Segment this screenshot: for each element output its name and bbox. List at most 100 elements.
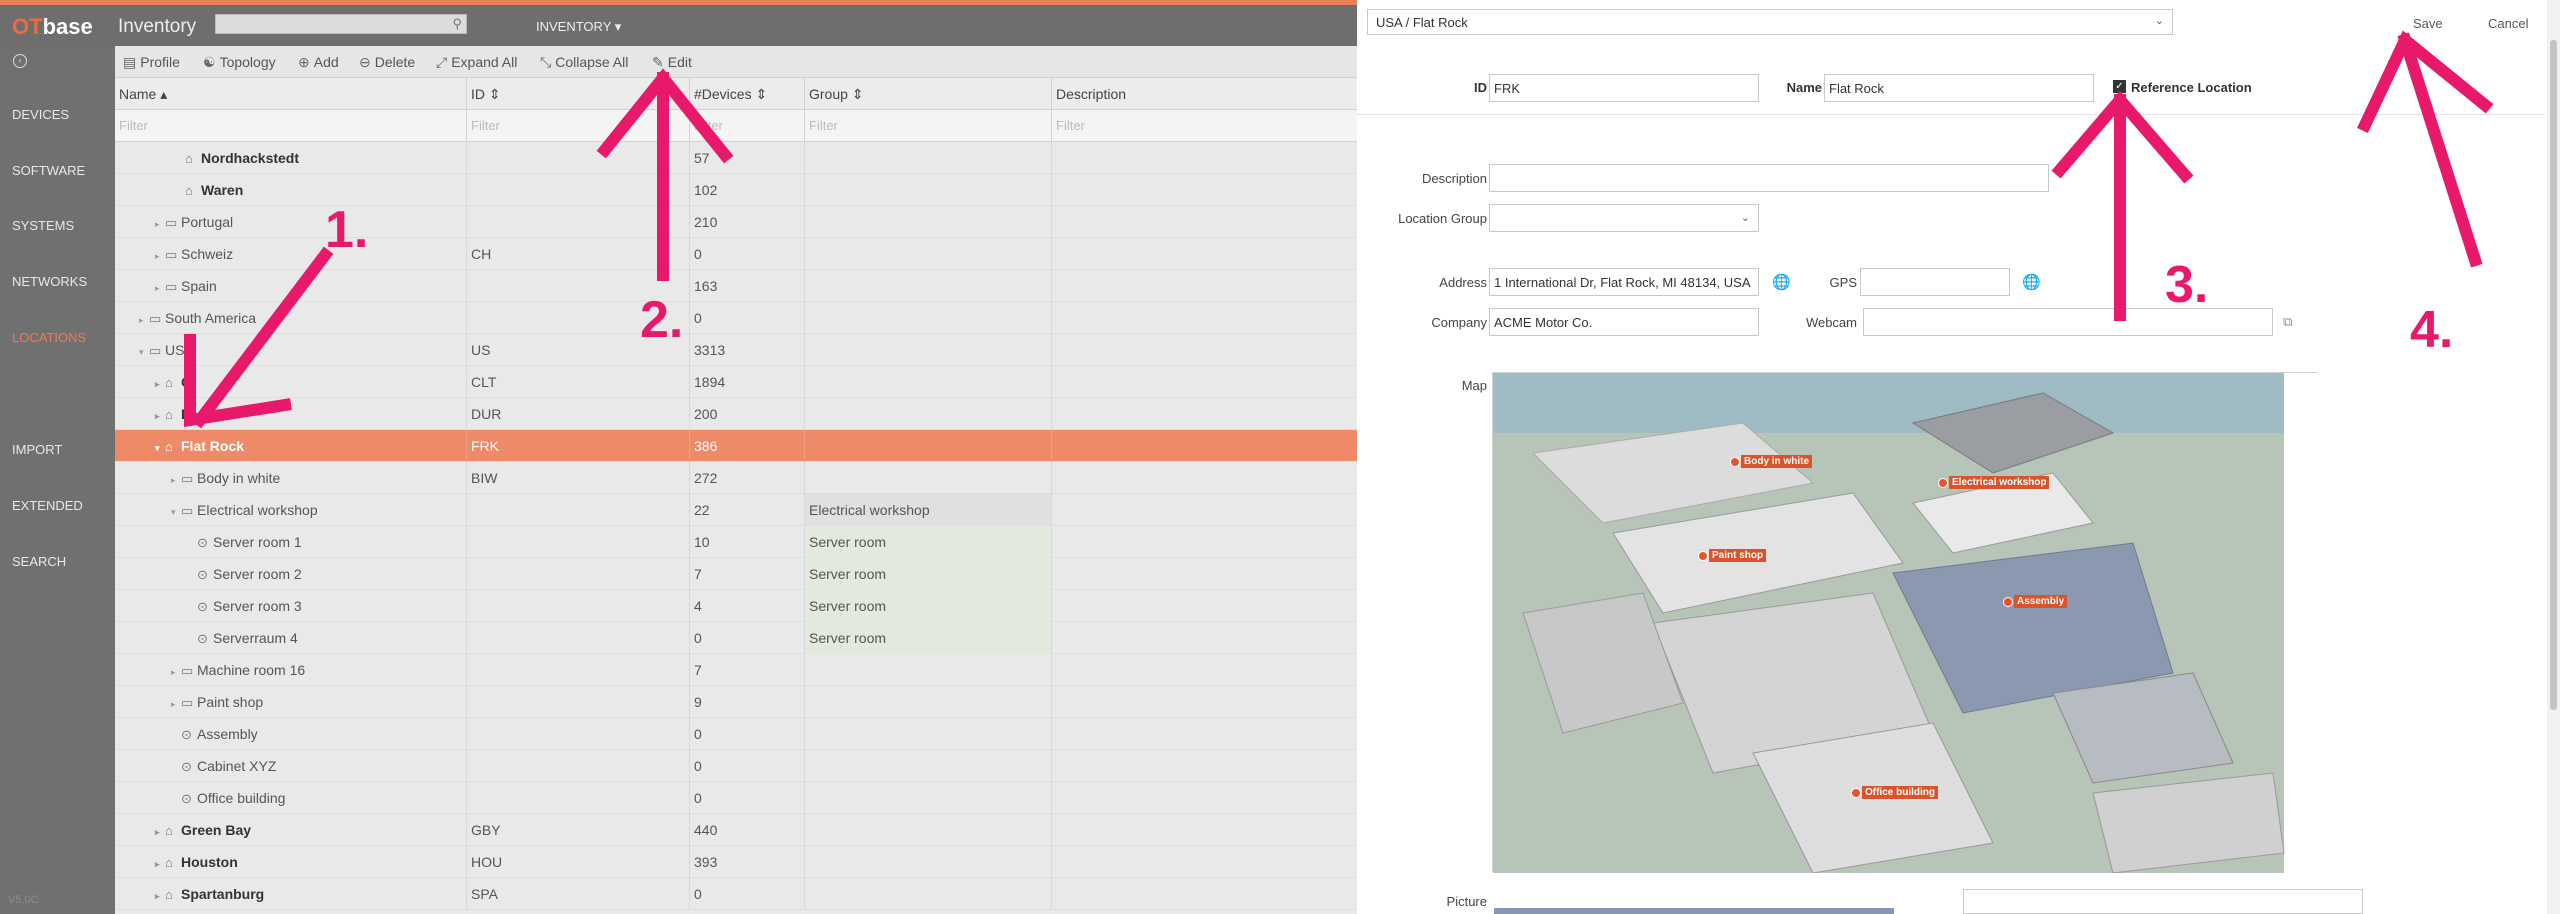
filter-id[interactable]: Filter <box>467 110 690 142</box>
cell-name[interactable]: ⊙ Server room 2 <box>115 558 467 590</box>
inventory-menu[interactable]: INVENTORY ▾ <box>536 19 621 35</box>
nav-locations[interactable]: LOCATIONS <box>12 330 86 345</box>
map-pin-office-building[interactable]: Office building <box>1851 786 1938 799</box>
scrollbar-thumb[interactable] <box>2550 40 2557 710</box>
delete-button[interactable]: ⊖ Delete <box>359 54 415 71</box>
cell-name[interactable]: ▸ ▭ South America <box>115 302 467 334</box>
cell-name[interactable]: ▾ ▭ USA <box>115 334 467 366</box>
cell-name[interactable]: ⊙ Cabinet XYZ <box>115 750 467 782</box>
cell-name[interactable]: ⊙ Serverraum 4 <box>115 622 467 654</box>
description-field[interactable] <box>1489 164 2049 192</box>
table-row[interactable]: ▸ ⌂ C CLT 1894 <box>115 366 1357 398</box>
add-button[interactable]: ⊕ Add <box>298 54 339 71</box>
cell-name[interactable]: ▾ ⌂ Flat Rock <box>115 430 467 462</box>
profile-button[interactable]: ▤ Profile <box>123 54 180 71</box>
table-row[interactable]: ▸ ▭ Body in white BIW 272 <box>115 462 1357 494</box>
global-search-input[interactable]: ⚲ <box>215 14 467 34</box>
cell-name[interactable]: ▸ ⌂ Green Bay <box>115 814 467 846</box>
cell-name[interactable]: ⊙ Server room 3 <box>115 590 467 622</box>
table-row[interactable]: ▸ ▭ South America 0 <box>115 302 1357 334</box>
table-row[interactable]: ⊙ Serverraum 4 0 Server room <box>115 622 1357 654</box>
cell-name[interactable]: ▸ ⌂ Houston <box>115 846 467 878</box>
table-row[interactable]: ▾ ▭ USA US 3313 <box>115 334 1357 366</box>
expand-caret-icon[interactable]: ▸ <box>155 368 165 398</box>
table-row[interactable]: ⊙ Server room 2 7 Server room <box>115 558 1357 590</box>
save-button[interactable]: Save <box>2413 16 2443 31</box>
nav-devices[interactable]: DEVICES <box>12 107 69 122</box>
collapse-all-button[interactable]: ⤡ Collapse All <box>540 54 628 71</box>
cell-name[interactable]: ⊙ Assembly <box>115 718 467 750</box>
table-row[interactable]: ⊙ Cabinet XYZ 0 <box>115 750 1357 782</box>
expand-caret-icon[interactable]: ▾ <box>171 496 181 526</box>
detail-scrollbar[interactable] <box>2547 0 2560 914</box>
site-map[interactable]: Body in white Electrical workshop Paint … <box>1492 372 2318 873</box>
map-pin-assembly[interactable]: Assembly <box>2003 595 2068 608</box>
expand-caret-icon[interactable]: ▸ <box>155 240 165 270</box>
files-field[interactable] <box>1963 889 2363 914</box>
table-row[interactable]: ▸ ⌂ Green Bay GBY 440 <box>115 814 1357 846</box>
table-row[interactable]: ▾ ⌂ Flat Rock FRK 386 <box>115 430 1357 462</box>
table-row[interactable]: ⊙ Office building 0 <box>115 782 1357 814</box>
col-header-description[interactable]: Description <box>1052 78 1357 110</box>
name-field[interactable]: Flat Rock <box>1824 74 2094 102</box>
cell-name[interactable]: ▸ ▭ Portugal <box>115 206 467 238</box>
filter-description[interactable]: Filter <box>1052 110 1357 142</box>
webcam-field[interactable] <box>1863 308 2273 336</box>
cell-name[interactable]: ▸ ▭ Spain <box>115 270 467 302</box>
expand-caret-icon[interactable]: ▸ <box>155 880 165 910</box>
col-header-group[interactable]: Group ⇕ <box>805 78 1052 110</box>
col-header-devices[interactable]: #Devices ⇕ <box>690 78 805 110</box>
cell-name[interactable]: ▸ ⌂ Spartanburg <box>115 878 467 910</box>
nav-extended[interactable]: EXTENDED <box>12 498 83 513</box>
map-pin-body-in-white[interactable]: Body in white <box>1730 455 1812 468</box>
nav-networks[interactable]: NETWORKS <box>12 274 87 289</box>
location-group-select[interactable]: ⌄ <box>1489 204 1759 232</box>
cell-name[interactable]: ⊙ Office building <box>115 782 467 814</box>
expand-caret-icon[interactable]: ▸ <box>155 208 165 238</box>
expand-caret-icon[interactable]: ▸ <box>171 656 181 686</box>
company-field[interactable]: ACME Motor Co. <box>1489 308 1759 336</box>
expand-caret-icon[interactable]: ▸ <box>155 816 165 846</box>
table-row[interactable]: ▸ ⌂ Houston HOU 393 <box>115 846 1357 878</box>
expand-caret-icon[interactable]: ▸ <box>139 304 149 334</box>
reference-location-checkbox[interactable]: ✓ <box>2113 80 2126 93</box>
cancel-button[interactable]: Cancel <box>2488 16 2528 31</box>
back-icon[interactable]: ‹ <box>13 54 27 68</box>
table-row[interactable]: ⌂ Waren 102 <box>115 174 1357 206</box>
otbase-logo[interactable]: OTbase <box>12 14 93 40</box>
cell-name[interactable]: ▸ ▭ Paint shop <box>115 686 467 718</box>
col-header-id[interactable]: ID ⇕ <box>467 78 690 110</box>
cell-name[interactable]: ▸ ▭ Schweiz <box>115 238 467 270</box>
cell-name[interactable]: ⌂ Nordhackstedt <box>115 142 467 174</box>
nav-import[interactable]: IMPORT <box>12 442 62 457</box>
map-pin-electrical-workshop[interactable]: Electrical workshop <box>1938 476 2050 489</box>
table-row[interactable]: ▸ ▭ Spain 163 <box>115 270 1357 302</box>
topology-button[interactable]: ☯ Topology <box>203 54 276 71</box>
nav-systems[interactable]: SYSTEMS <box>12 218 74 233</box>
expand-caret-icon[interactable]: ▸ <box>155 400 165 430</box>
address-field[interactable]: 1 International Dr, Flat Rock, MI 48134,… <box>1489 268 1759 296</box>
globe-icon[interactable]: 🌐 <box>1772 273 1791 291</box>
table-row[interactable]: ▸ ▭ Paint shop 9 <box>115 686 1357 718</box>
cell-name[interactable]: ▸ ⌂ C <box>115 366 467 398</box>
picture-preview[interactable] <box>1494 908 1894 914</box>
nav-search[interactable]: SEARCH <box>12 554 66 569</box>
table-row[interactable]: ▸ ▭ Machine room 16 7 <box>115 654 1357 686</box>
expand-caret-icon[interactable]: ▸ <box>155 272 165 302</box>
cell-name[interactable]: ▾ ▭ Electrical workshop <box>115 494 467 526</box>
table-row[interactable]: ▸ ⌂ D DUR 200 <box>115 398 1357 430</box>
location-path-select[interactable]: USA / Flat Rock ⌄ <box>1367 9 2173 35</box>
table-row[interactable]: ⊙ Server room 1 10 Server room <box>115 526 1357 558</box>
edit-button[interactable]: ✎ Edit <box>652 54 692 71</box>
cell-name[interactable]: ▸ ▭ Body in white <box>115 462 467 494</box>
expand-caret-icon[interactable]: ▾ <box>139 336 149 366</box>
filter-name[interactable]: Filter <box>115 110 467 142</box>
expand-caret-icon[interactable]: ▾ <box>155 432 165 462</box>
expand-caret-icon[interactable]: ▸ <box>171 464 181 494</box>
nav-software[interactable]: SOFTWARE <box>12 163 85 178</box>
col-header-name[interactable]: Name ▴ <box>115 78 467 110</box>
expand-all-button[interactable]: ⤢ Expand All <box>436 54 517 71</box>
table-row[interactable]: ⊙ Server room 3 4 Server room <box>115 590 1357 622</box>
expand-caret-icon[interactable]: ▸ <box>155 848 165 878</box>
cell-name[interactable]: ⊙ Server room 1 <box>115 526 467 558</box>
